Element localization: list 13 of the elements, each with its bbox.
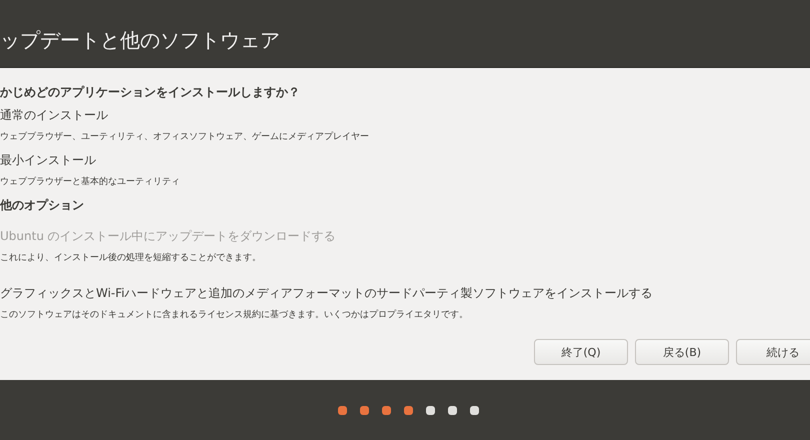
option-description: ウェブブラウザー、ユーティリティ、オフィスソフトウェア、ゲームにメディアプレイヤー	[0, 130, 370, 143]
option-label[interactable]: グラフィックスとWi-Fiハードウェアと追加のメディアフォーマットのサードパーティ製ソフトウェアをインストールする	[0, 285, 810, 302]
option-label[interactable]: 通常のインストール	[0, 107, 810, 124]
dialog-button[interactable]: 続ける	[736, 339, 810, 365]
page-title: ップデートと他のソフトウェア	[0, 27, 280, 54]
option-description: ウェブブラウザーと基本的なユーティリティ	[0, 176, 181, 188]
section-heading: かじめどのアプリケーションをインストールしますか？	[0, 84, 301, 101]
dialog-button[interactable]: 戻る(B)	[635, 339, 729, 365]
option-label[interactable]: 最小インストール	[0, 152, 810, 169]
section-heading: 他のオプション	[0, 197, 85, 214]
option-description: このソフトウェアはそのドキュメントに含まれるライセンス規約に基づきます。いくつかはプロプライエタリです。	[0, 308, 469, 321]
option-description: これにより、インストール後の処理を短縮することができます。	[0, 252, 262, 264]
dialog-button[interactable]: 終了(Q)	[534, 339, 628, 365]
